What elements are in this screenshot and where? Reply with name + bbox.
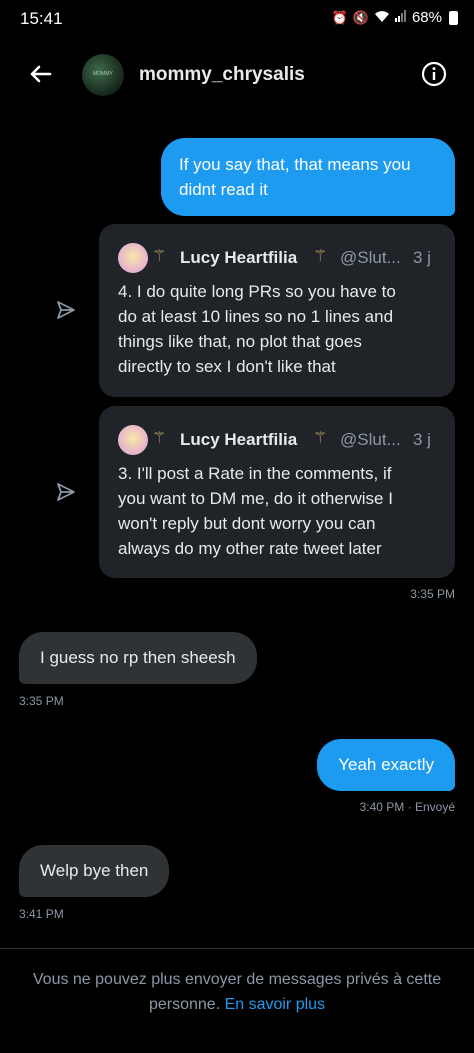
sent-message[interactable]: If you say that, that means you didnt re…	[161, 138, 455, 216]
tweet-text: 3. I'll post a Rate in the comments, if …	[118, 461, 443, 561]
conversation-username[interactable]: mommy_chrysalis	[139, 64, 305, 86]
notice-line: Vous ne pouvez plus envoyer de messages …	[32, 971, 442, 988]
tweet-line: you want to DM me, do it otherwise I	[118, 489, 393, 508]
info-icon[interactable]	[421, 61, 447, 87]
message-line: If you say that, that means you	[179, 155, 411, 174]
received-message[interactable]: I guess no rp then sheesh	[19, 632, 257, 684]
notice-line-2: personne. En savoir plus	[0, 992, 474, 1017]
wand-icon: ⚚	[152, 430, 167, 447]
tweet-line: won't reply but dont worry you can	[118, 514, 376, 533]
signal-icon	[394, 10, 407, 25]
mute-icon: 🔇	[352, 9, 369, 25]
battery-percent: 68%	[411, 9, 442, 26]
divider	[0, 948, 474, 949]
wand-icon: ⚚	[313, 430, 328, 447]
tweet-line: directly to sex I don't like that	[118, 357, 336, 376]
wifi-icon	[374, 10, 390, 26]
message-timestamp: 3:40 PM · Envoyé	[359, 800, 455, 814]
avatar-label: MOMMY	[93, 71, 113, 77]
tweet-handle: @Slut...	[340, 430, 401, 449]
wand-icon: ⚚	[152, 248, 167, 265]
message-timestamp: 3:35 PM	[19, 694, 64, 708]
message-text: Welp bye then	[40, 861, 149, 880]
shared-tweet[interactable]: ⚚ Lucy Heartfilia ⚚ @Slut... 3 j 3. I'll…	[99, 406, 455, 578]
share-icon[interactable]	[55, 299, 77, 321]
received-message[interactable]: Welp bye then	[19, 845, 170, 897]
conversation-header: MOMMY mommy_chrysalis	[0, 45, 474, 105]
share-icon[interactable]	[55, 481, 77, 503]
tweet-time: 3 j	[413, 430, 431, 449]
alarm-icon: ⏰	[331, 9, 348, 25]
back-arrow-icon[interactable]	[26, 59, 56, 89]
message-text: I guess no rp then sheesh	[40, 648, 236, 667]
tweet-header: ⚚ Lucy Heartfilia ⚚ @Slut... 3 j	[118, 243, 438, 273]
tweet-author-name: Lucy Heartfilia	[180, 248, 298, 267]
tweet-header: ⚚ Lucy Heartfilia ⚚ @Slut... 3 j	[118, 425, 438, 455]
status-time: 15:41	[20, 9, 63, 28]
sent-message[interactable]: Yeah exactly	[317, 739, 455, 791]
blocked-notice: Vous ne pouvez plus envoyer de messages …	[0, 967, 474, 1017]
tweet-time: 3 j	[413, 248, 431, 267]
tweet-avatar	[118, 425, 148, 455]
message-timestamp: 3:41 PM	[19, 907, 64, 921]
battery-icon	[449, 10, 458, 25]
learn-more-link[interactable]: En savoir plus	[225, 996, 326, 1013]
tweet-line: 4. I do quite long PRs so you have to	[118, 282, 396, 301]
tweet-line: do at least 10 lines so no 1 lines and	[118, 307, 394, 326]
shared-tweet[interactable]: ⚚ Lucy Heartfilia ⚚ @Slut... 3 j 4. I do…	[99, 224, 455, 397]
tweet-line: always do my other rate tweet later	[118, 539, 382, 558]
message-timestamp: 3:35 PM	[410, 587, 455, 601]
wand-icon: ⚚	[313, 248, 328, 265]
tweet-line: things like that, no plot that goes	[118, 332, 362, 351]
tweet-handle: @Slut...	[340, 248, 401, 267]
avatar[interactable]: MOMMY	[82, 54, 124, 96]
notice-text: personne.	[148, 996, 221, 1013]
status-icons: ⏰ 🔇 68%	[332, 9, 458, 26]
tweet-author-name: Lucy Heartfilia	[180, 430, 298, 449]
tweet-line: 3. I'll post a Rate in the comments, if	[118, 464, 392, 483]
status-bar: 15:41 ⏰ 🔇 68%	[0, 0, 474, 38]
tweet-text: 4. I do quite long PRs so you have to do…	[118, 279, 443, 379]
message-text: Yeah exactly	[338, 755, 434, 774]
tweet-avatar	[118, 243, 148, 273]
message-line: didnt read it	[179, 180, 268, 199]
